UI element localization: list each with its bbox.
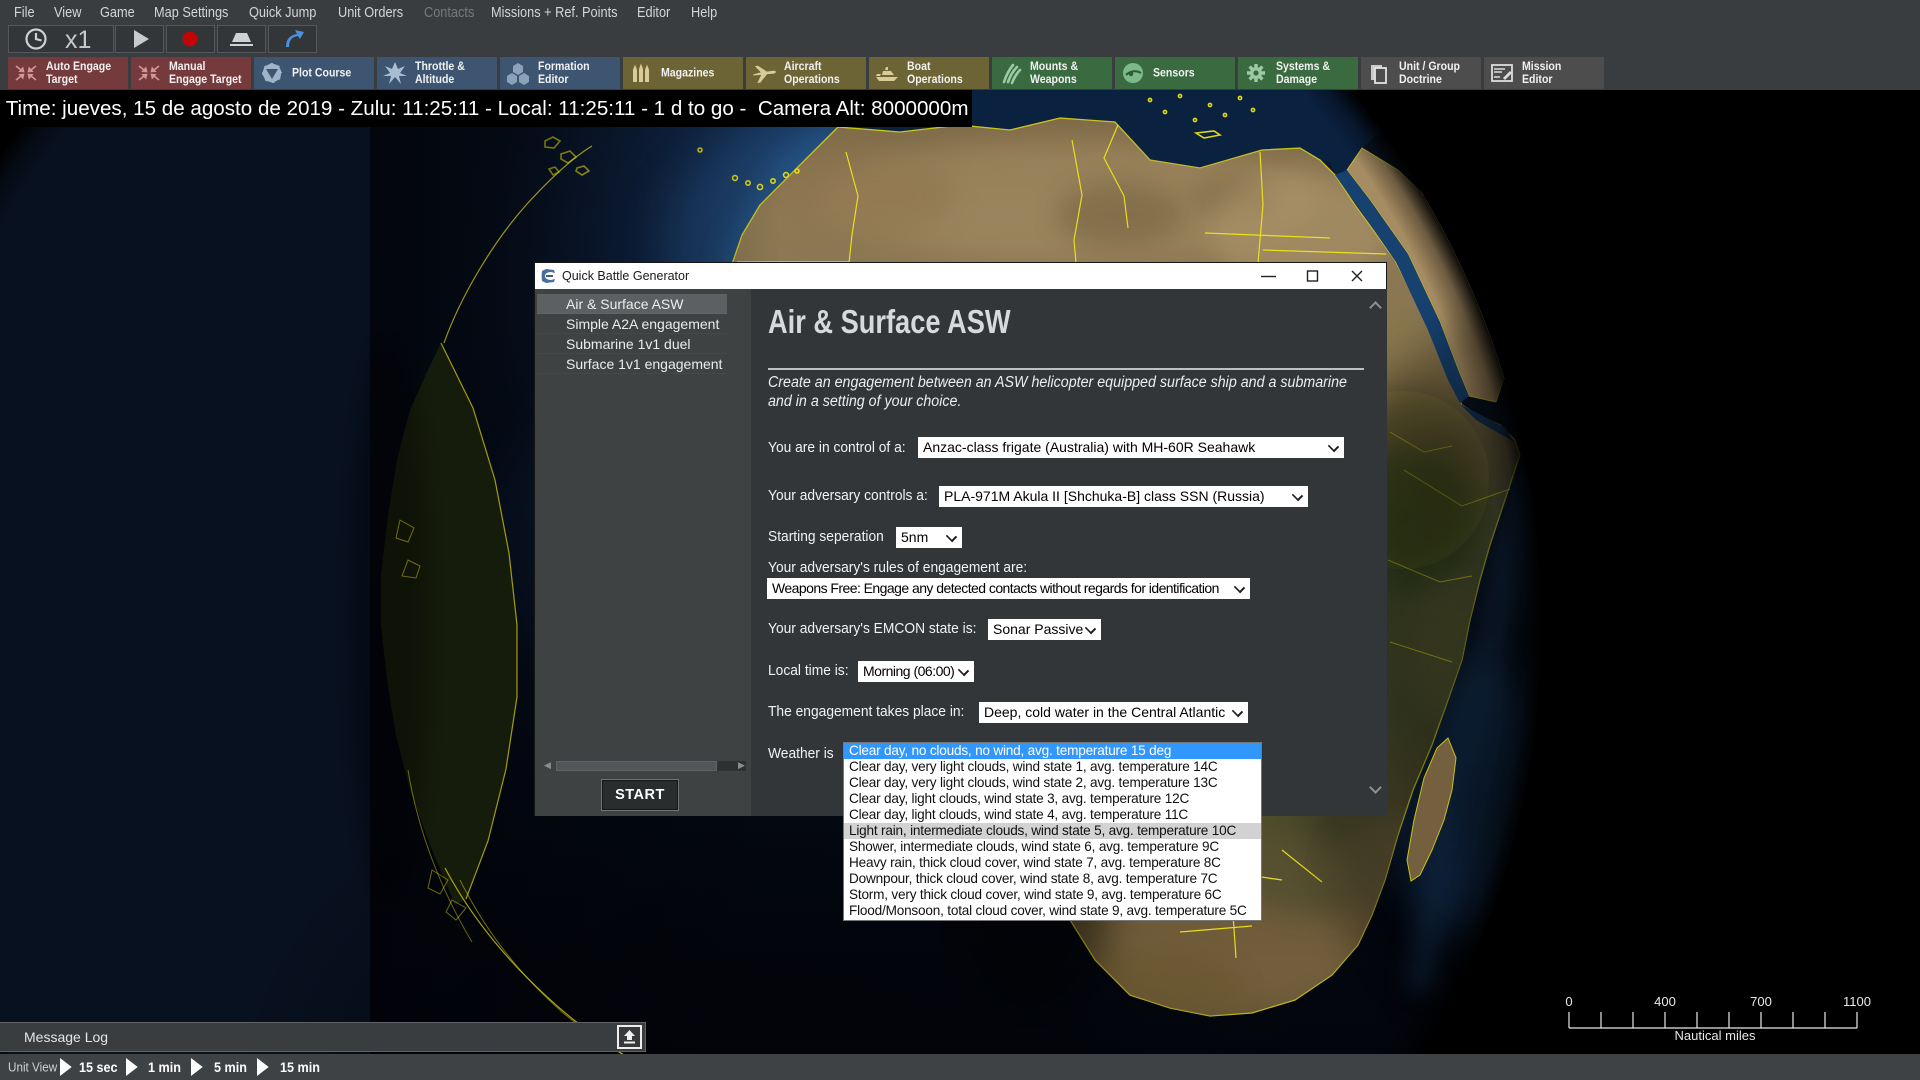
- svg-text:400: 400: [1654, 994, 1676, 1009]
- svg-text:700: 700: [1750, 994, 1772, 1009]
- svg-text:Nautical miles: Nautical miles: [1675, 1028, 1756, 1043]
- svg-text:0: 0: [1565, 994, 1572, 1009]
- svg-text:x1: x1: [65, 26, 91, 52]
- svg-text:1100: 1100: [1843, 994, 1871, 1009]
